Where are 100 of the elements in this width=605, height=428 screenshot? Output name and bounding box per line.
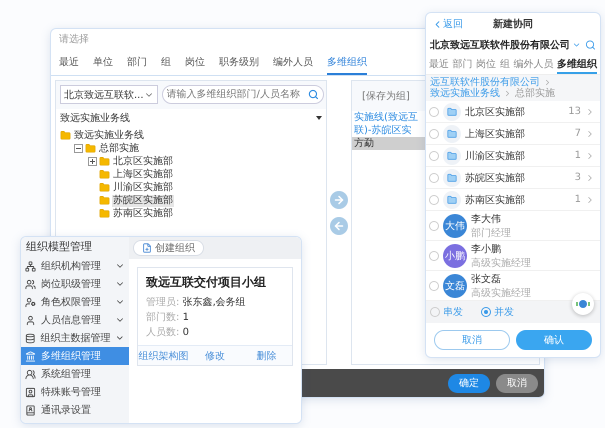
collapse-toggle[interactable] <box>74 144 83 153</box>
folder-icon <box>99 156 110 167</box>
add-arrow-button[interactable] <box>330 191 348 209</box>
group-icon <box>25 368 36 380</box>
tree-item[interactable]: 总部实施 <box>98 142 140 154</box>
remove-arrow-button[interactable] <box>330 217 348 235</box>
tab[interactable]: 最近 <box>59 51 79 75</box>
card-field: 人员数: 0 <box>146 325 284 339</box>
card-title: 致远互联交付项目小组 <box>146 274 267 291</box>
search-icon[interactable] <box>585 39 596 51</box>
person-role: 部门经理 <box>471 226 512 240</box>
sidebar-item[interactable]: 人员信息管理 <box>21 311 129 329</box>
confirm-button[interactable]: 确定 <box>448 374 490 392</box>
radio-circle[interactable] <box>429 150 439 160</box>
radio-button[interactable] <box>481 307 491 317</box>
folder-icon <box>99 169 110 180</box>
folder-icon <box>447 172 457 182</box>
tab[interactable]: 多维组织 <box>327 51 367 75</box>
person-name: 张文磊 <box>471 272 502 286</box>
folder-icon <box>447 128 457 138</box>
folder-icon <box>447 194 457 204</box>
sidebar-item[interactable]: 组织主数据管理 <box>21 329 129 347</box>
org-chart-icon <box>25 260 36 272</box>
avatar: 文磊 <box>443 274 467 298</box>
card-field: 管理员: 张东鑫,会务组 <box>146 295 284 309</box>
tab[interactable]: 岗位 <box>185 51 205 75</box>
folder-icon <box>99 208 110 219</box>
unit-dropdown[interactable]: 北京致远互联软... <box>60 85 158 104</box>
radio-circle[interactable] <box>429 250 439 260</box>
tree-item[interactable]: 上海区实施部 <box>112 168 174 180</box>
folder-icon <box>447 106 457 116</box>
sidebar-item[interactable]: 组织机构管理 <box>21 257 129 275</box>
radio-circle[interactable] <box>429 220 439 230</box>
person-role: 高级实施经理 <box>471 256 532 270</box>
member-count: 7 <box>574 128 581 139</box>
folder-icon <box>99 195 110 206</box>
caret-icon <box>316 116 322 120</box>
tab[interactable]: 组 <box>500 55 510 74</box>
radio-label: 串发 <box>443 306 463 319</box>
avatar: 大伟 <box>443 214 467 238</box>
tab[interactable]: 部门 <box>452 55 473 74</box>
sidebar-item[interactable]: 岗位职级管理 <box>21 275 129 293</box>
folder-icon <box>60 130 71 141</box>
save-group-link[interactable]: [保存为组] <box>362 89 410 103</box>
member-count: 1 <box>574 194 581 205</box>
tree-header-label: 致远实施业务线 <box>60 112 130 125</box>
folder-icon <box>85 143 96 154</box>
tab[interactable]: 编外人员 <box>513 55 554 74</box>
member-count: 1 <box>574 150 581 161</box>
people-icon <box>25 278 36 290</box>
radio-circle[interactable] <box>429 172 439 182</box>
tree-item[interactable]: 致远实施业务线 <box>73 130 145 142</box>
sidebar-item[interactable]: 特殊账号管理 <box>21 383 129 401</box>
dialog-title: 请选择 <box>59 34 89 45</box>
department-name: 上海区实施部 <box>465 128 526 140</box>
radio-circle[interactable] <box>429 194 439 204</box>
tab[interactable]: 岗位 <box>476 55 496 74</box>
selected-path-item[interactable]: 实施线(致远互联)-苏皖区实 <box>352 111 428 137</box>
tree-item[interactable]: 苏南区实施部 <box>112 208 174 220</box>
document-plus-icon <box>142 243 152 253</box>
tree-item[interactable]: 川渝区实施部 <box>112 182 174 194</box>
database-icon <box>25 332 36 344</box>
chevron-right-icon <box>503 89 512 98</box>
tab[interactable]: 编外人员 <box>273 51 313 75</box>
person-card-icon <box>25 386 36 398</box>
folder-icon <box>447 150 457 160</box>
company-name[interactable]: 北京致远互联软件股份有限公司 <box>430 38 570 52</box>
create-org-button[interactable]: 创建组织 <box>133 240 204 256</box>
chevron-right-icon <box>543 78 552 87</box>
tree-item[interactable]: 北京区实施部 <box>112 156 174 168</box>
avatar: 小鹏 <box>443 244 467 268</box>
member-count: 3 <box>574 172 581 183</box>
sidebar-item[interactable]: 系统组管理 <box>21 365 129 383</box>
sidebar-item[interactable]: 通讯录设置 <box>21 401 129 419</box>
person-name: 李大伟 <box>471 212 502 226</box>
radio-circle[interactable] <box>429 106 439 116</box>
radio-circle[interactable] <box>429 128 439 138</box>
address-book-icon <box>25 404 36 416</box>
floating-button[interactable] <box>572 293 594 315</box>
arrow-left-icon <box>333 220 345 232</box>
selected-person-item[interactable]: 方勐 <box>352 137 428 150</box>
user-gear-icon <box>25 296 36 308</box>
department-name: 北京区实施部 <box>465 106 526 118</box>
department-name: 苏皖区实施部 <box>465 172 526 184</box>
radio-circle[interactable] <box>429 280 439 290</box>
tab[interactable]: 部门 <box>127 51 147 75</box>
tab[interactable]: 单位 <box>93 51 113 75</box>
arrow-right-icon <box>333 194 345 206</box>
tab[interactable]: 职务级别 <box>219 51 259 75</box>
tab[interactable]: 组 <box>161 51 171 75</box>
tree-item[interactable]: 苏皖区实施部 <box>112 194 174 206</box>
person-role: 高级实施经理 <box>471 286 532 300</box>
expand-toggle[interactable] <box>88 157 97 166</box>
sidebar-item[interactable]: 角色权限管理 <box>21 293 129 311</box>
department-name: 川渝区实施部 <box>465 150 526 162</box>
folder-icon <box>99 182 110 193</box>
screen-title: 新建协同 <box>493 17 533 31</box>
person-name: 李小鹏 <box>471 242 502 256</box>
radio-button[interactable] <box>430 307 440 317</box>
tab[interactable]: 最近 <box>429 55 449 74</box>
